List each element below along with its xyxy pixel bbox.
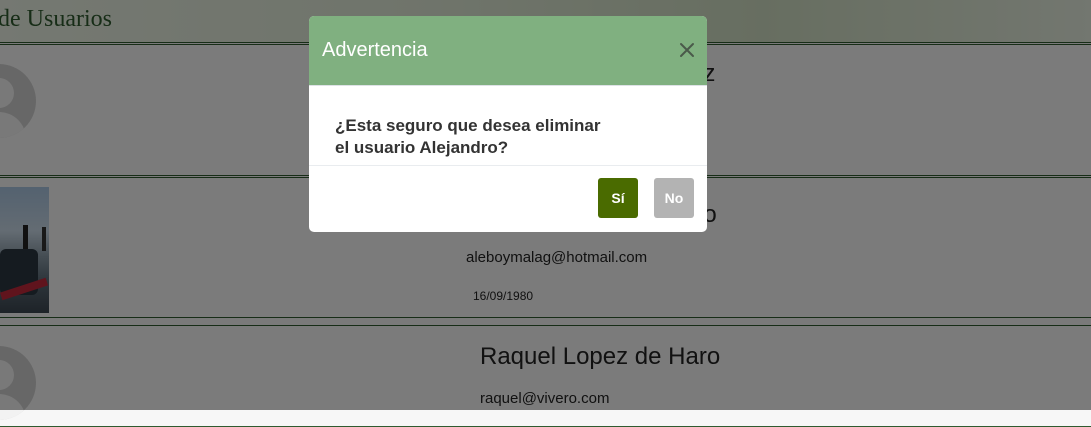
modal-title: Advertencia <box>322 39 428 61</box>
warning-modal: Advertencia ¿Esta seguro que desea elimi… <box>309 16 707 232</box>
confirm-button[interactable]: Sí <box>598 178 638 218</box>
close-button[interactable] <box>674 37 700 63</box>
modal-message: ¿Esta seguro que desea eliminar el usuar… <box>335 116 601 157</box>
modal-header: Advertencia <box>309 16 707 86</box>
close-icon <box>680 43 694 57</box>
cancel-button[interactable]: No <box>654 178 694 218</box>
modal-body: ¿Esta seguro que desea eliminar el usuar… <box>309 86 707 166</box>
